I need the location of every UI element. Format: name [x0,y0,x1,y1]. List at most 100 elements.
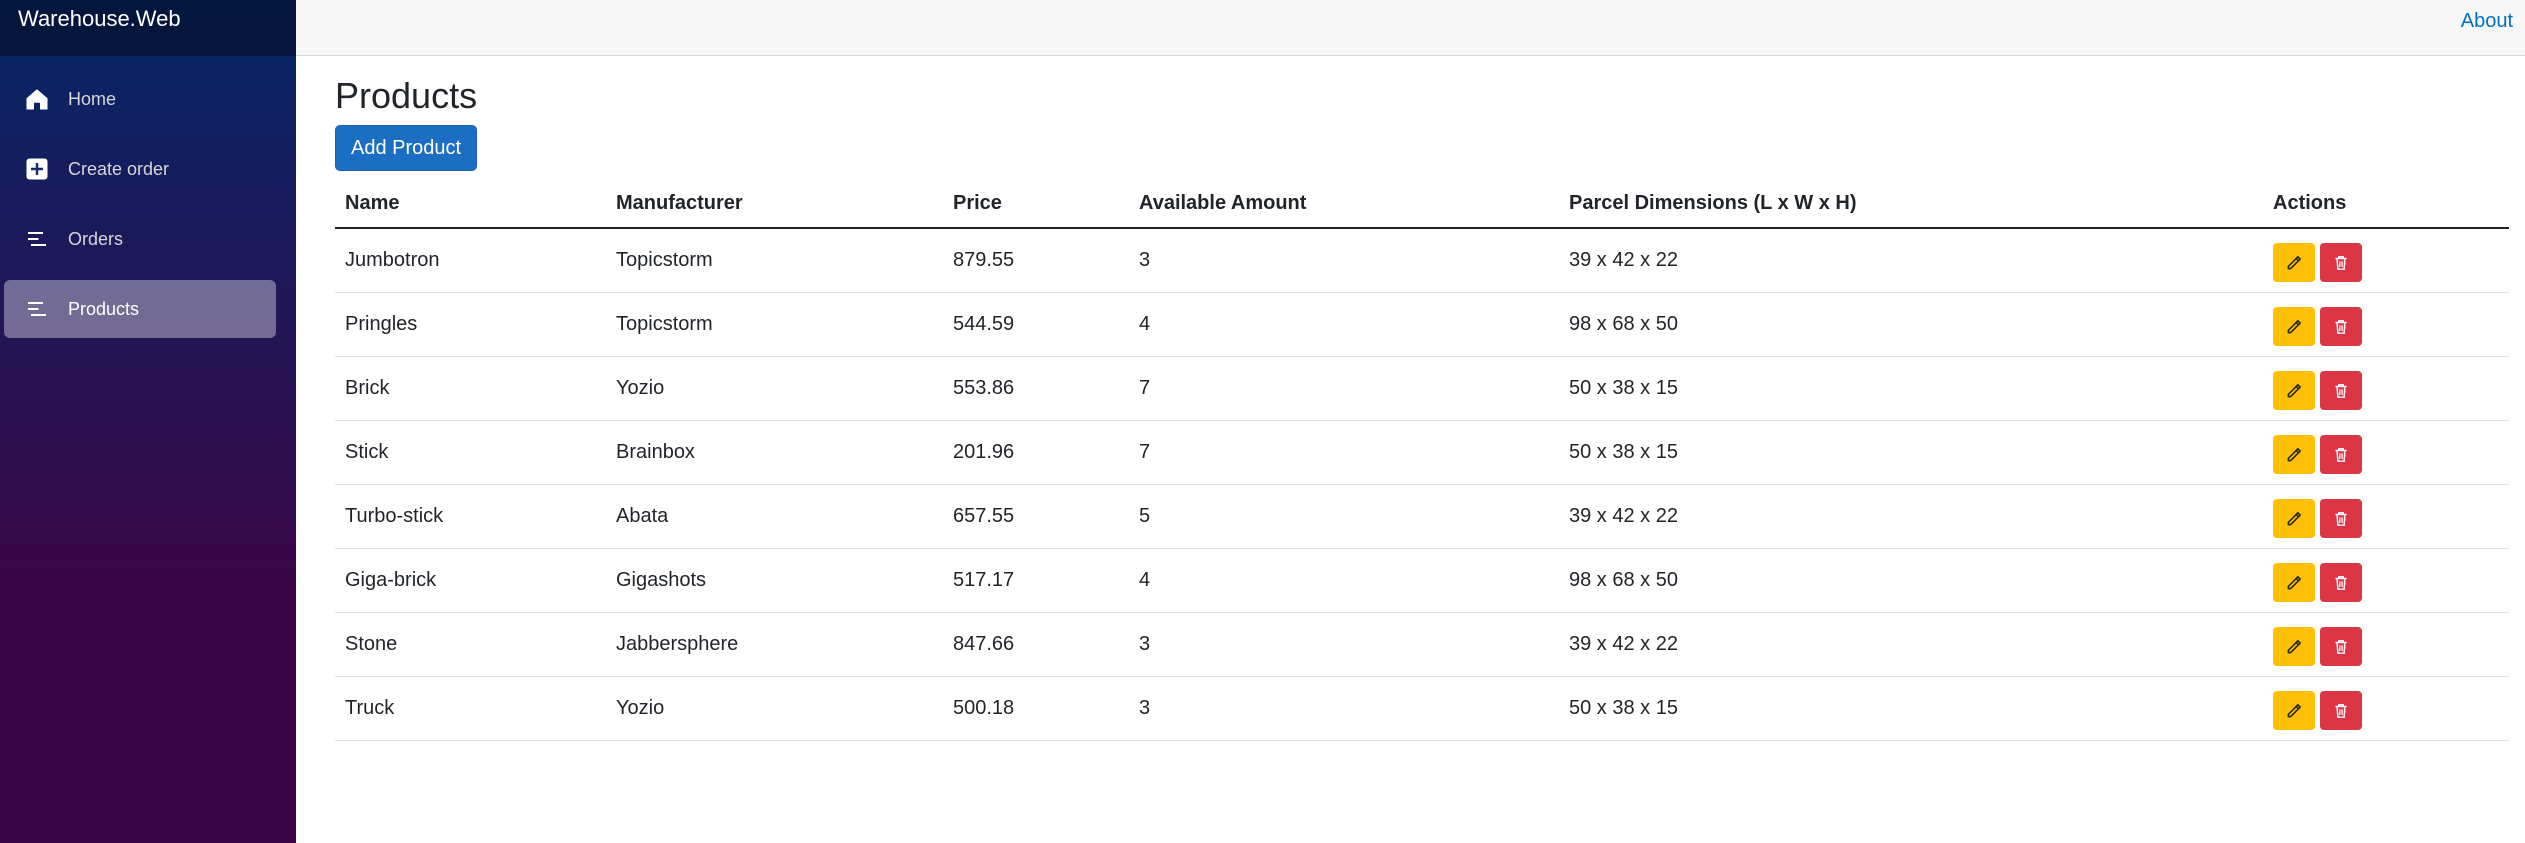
sidebar-item-label: Products [68,298,140,319]
edit-button[interactable] [2273,435,2315,475]
cell-actions [2263,548,2509,614]
delete-button[interactable] [2320,371,2362,411]
delete-button[interactable] [2320,627,2362,667]
delete-button[interactable] [2320,307,2362,347]
edit-button[interactable] [2273,627,2315,667]
edit-button[interactable] [2273,371,2315,411]
column-header-available-amount: Available Amount [1129,179,1559,230]
cell-name: Truck [335,676,606,742]
cell-name: Turbo-stick [335,484,606,550]
cell-available-amount: 4 [1129,292,1559,358]
column-header-parcel-dimensions: Parcel Dimensions (L x W x H) [1559,179,2263,230]
delete-button[interactable] [2320,691,2362,731]
delete-button[interactable] [2320,243,2362,283]
nav-menu: Home Create order Orders Products [0,56,296,338]
cell-actions [2263,612,2509,678]
cell-actions [2263,676,2509,742]
pencil-icon [2285,638,2303,656]
trash-icon [2332,382,2350,400]
edit-button[interactable] [2273,691,2315,731]
sidebar: Warehouse.Web Home Create order Orders P… [0,0,296,843]
sidebar-item-products[interactable]: Products [4,280,276,338]
cell-price: 553.86 [943,356,1129,422]
table-header-row: Name Manufacturer Price Available Amount… [335,179,2509,230]
cell-price: 879.55 [943,228,1129,294]
cell-manufacturer: Jabbersphere [606,612,943,678]
cell-name: Stick [335,420,606,486]
plus-square-icon [24,156,50,182]
cell-name: Pringles [335,292,606,358]
cell-actions [2263,292,2509,358]
home-icon [24,86,50,112]
pencil-icon [2285,318,2303,336]
cell-price: 847.66 [943,612,1129,678]
cell-parcel-dimensions: 39 x 42 x 22 [1559,228,2263,294]
trash-icon [2332,446,2350,464]
brand-bar: Warehouse.Web [0,0,296,56]
pencil-icon [2285,510,2303,528]
edit-button[interactable] [2273,307,2315,347]
delete-button[interactable] [2320,435,2362,475]
cell-available-amount: 5 [1129,484,1559,550]
pencil-icon [2285,702,2303,720]
column-header-actions: Actions [2263,179,2509,230]
cell-manufacturer: Yozio [606,676,943,742]
cell-manufacturer: Topicstorm [606,228,943,294]
content: Products Add Product Name Manufacturer P… [296,56,2525,742]
column-header-name: Name [335,179,606,230]
list-icon [24,296,50,322]
products-table: Name Manufacturer Price Available Amount… [335,179,2509,742]
cell-name: Jumbotron [335,228,606,294]
pencil-icon [2285,446,2303,464]
table-row: Brick Yozio 553.86 7 50 x 38 x 15 [335,356,2509,422]
trash-icon [2332,702,2350,720]
cell-manufacturer: Brainbox [606,420,943,486]
cell-actions [2263,228,2509,294]
cell-available-amount: 3 [1129,676,1559,742]
column-header-price: Price [943,179,1129,230]
sidebar-item-home[interactable]: Home [4,70,276,128]
cell-available-amount: 7 [1129,420,1559,486]
delete-button[interactable] [2320,563,2362,603]
edit-button[interactable] [2273,499,2315,539]
cell-actions [2263,420,2509,486]
delete-button[interactable] [2320,499,2362,539]
sidebar-item-label: Create order [68,158,170,179]
cell-name: Stone [335,612,606,678]
cell-available-amount: 3 [1129,228,1559,294]
table-row: Truck Yozio 500.18 3 50 x 38 x 15 [335,676,2509,742]
cell-parcel-dimensions: 39 x 42 x 22 [1559,612,2263,678]
sidebar-item-label: Home [68,88,117,109]
cell-parcel-dimensions: 50 x 38 x 15 [1559,356,2263,422]
brand-link[interactable]: Warehouse.Web [18,6,181,32]
cell-parcel-dimensions: 98 x 68 x 50 [1559,548,2263,614]
cell-name: Brick [335,356,606,422]
trash-icon [2332,638,2350,656]
cell-actions [2263,356,2509,422]
cell-manufacturer: Topicstorm [606,292,943,358]
trash-icon [2332,574,2350,592]
cell-parcel-dimensions: 39 x 42 x 22 [1559,484,2263,550]
pencil-icon [2285,382,2303,400]
main-area: About Products Add Product Name Manufact… [296,0,2525,843]
edit-button[interactable] [2273,563,2315,603]
sidebar-item-orders[interactable]: Orders [4,210,276,268]
trash-icon [2332,318,2350,336]
cell-available-amount: 4 [1129,548,1559,614]
cell-price: 500.18 [943,676,1129,742]
table-row: Stone Jabbersphere 847.66 3 39 x 42 x 22 [335,612,2509,678]
list-icon [24,226,50,252]
top-row: About [296,0,2525,56]
about-link[interactable]: About [2461,10,2513,33]
cell-price: 544.59 [943,292,1129,358]
cell-actions [2263,484,2509,550]
cell-price: 201.96 [943,420,1129,486]
sidebar-item-create-order[interactable]: Create order [4,140,276,198]
add-product-button[interactable]: Add Product [335,125,478,172]
table-row: Jumbotron Topicstorm 879.55 3 39 x 42 x 22 [335,228,2509,294]
cell-manufacturer: Gigashots [606,548,943,614]
edit-button[interactable] [2273,243,2315,283]
trash-icon [2332,254,2350,272]
table-row: Pringles Topicstorm 544.59 4 98 x 68 x 50 [335,292,2509,358]
cell-parcel-dimensions: 50 x 38 x 15 [1559,676,2263,742]
